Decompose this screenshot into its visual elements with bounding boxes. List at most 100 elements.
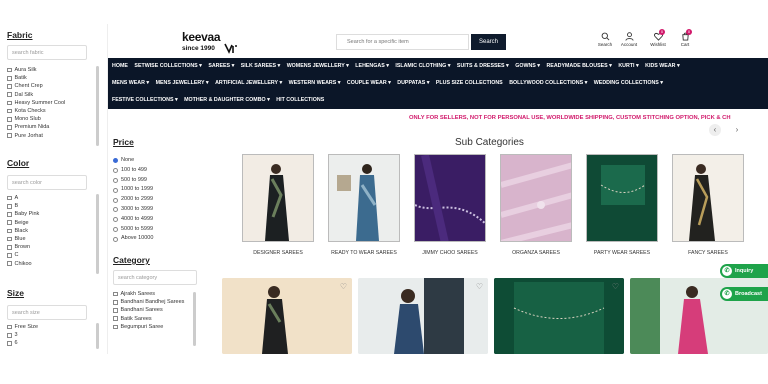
checkbox[interactable] <box>7 108 12 114</box>
carousel-next-icon[interactable]: › <box>731 124 743 136</box>
wishlist-heart-icon[interactable]: ♡ <box>340 282 347 291</box>
filter-option[interactable]: 1000 to 1999 <box>113 185 193 195</box>
size-scrollbar[interactable] <box>96 323 99 349</box>
subcat-label-organza[interactable]: ORGANZA SAREES <box>493 250 579 256</box>
nav-item[interactable]: KIDS WEAR ▾ <box>645 63 679 69</box>
checkbox[interactable] <box>113 324 118 330</box>
whatsapp-broadcast-button[interactable]: ✆ Broadcast <box>720 287 768 301</box>
checkbox[interactable] <box>7 236 12 242</box>
product-card[interactable]: ♡ <box>222 278 352 354</box>
nav-item[interactable]: PLUS SIZE COLLECTIONS <box>436 80 503 86</box>
filter-option[interactable]: Aura Silk <box>7 66 87 74</box>
radio-button[interactable] <box>113 177 118 183</box>
filter-option[interactable]: 500 to 999 <box>113 176 193 186</box>
filter-option[interactable]: Batik Sarees <box>113 315 193 323</box>
nav-item[interactable]: WEDDING COLLECTIONS ▾ <box>594 80 663 86</box>
checkbox[interactable] <box>7 67 12 73</box>
radio-button[interactable] <box>113 217 118 223</box>
filter-option[interactable]: Batik <box>7 74 87 82</box>
header-search[interactable]: Search <box>592 32 618 47</box>
filter-option[interactable]: Kota Checks <box>7 107 87 115</box>
nav-item[interactable]: SAREES ▾ <box>208 63 234 69</box>
category-search-input[interactable]: search category <box>113 270 197 285</box>
filter-option[interactable]: 2000 to 2999 <box>113 195 193 205</box>
nav-item[interactable]: HIT COLLECTIONS <box>276 97 324 103</box>
radio-button[interactable] <box>113 207 118 213</box>
filter-option[interactable]: Blue <box>7 235 87 243</box>
filter-option[interactable]: Black <box>7 227 87 235</box>
checkbox[interactable] <box>7 204 12 209</box>
subcat-label-ready-to-wear[interactable]: READY TO WEAR SAREES <box>321 250 407 256</box>
fabric-search-input[interactable]: search fabric <box>7 45 87 60</box>
header-wishlist[interactable]: Wishlist 0 <box>645 29 671 47</box>
filter-option[interactable]: 4000 to 4999 <box>113 215 193 225</box>
filter-option[interactable]: 5000 to 5999 <box>113 225 193 235</box>
checkbox[interactable] <box>7 220 12 225</box>
checkbox[interactable] <box>7 117 12 122</box>
subcat-label-jimmy-choo[interactable]: JIMMY CHOO SAREES <box>407 250 493 256</box>
filter-option[interactable]: Premium Nida <box>7 123 87 131</box>
filter-option[interactable]: Pure Jorhat <box>7 132 87 140</box>
filter-option[interactable]: Baby Pink <box>7 210 87 218</box>
nav-item[interactable]: BOLLYWOOD COLLECTIONS ▾ <box>509 80 587 86</box>
carousel-prev-icon[interactable]: ‹ <box>709 124 721 136</box>
checkbox[interactable] <box>7 92 12 97</box>
filter-option[interactable]: Dal Silk <box>7 91 87 99</box>
checkbox[interactable] <box>113 291 118 297</box>
nav-item[interactable]: SUITS & DRESSES ▾ <box>457 63 509 69</box>
subcat-label-designer[interactable]: DESIGNER SAREES <box>235 250 321 256</box>
filter-option[interactable]: Brown <box>7 243 87 251</box>
filter-option[interactable]: None <box>113 156 193 166</box>
checkbox[interactable] <box>7 228 12 234</box>
wishlist-heart-icon[interactable]: ♡ <box>612 282 619 291</box>
checkbox[interactable] <box>7 324 12 330</box>
nav-item[interactable]: WESTERN WEARS ▾ <box>289 80 341 86</box>
radio-button[interactable] <box>113 226 118 232</box>
radio-button[interactable] <box>113 168 118 174</box>
filter-option[interactable]: C <box>7 251 87 259</box>
size-search-input[interactable]: search size <box>7 305 87 320</box>
checkbox[interactable] <box>7 76 12 81</box>
subcat-label-party-wear[interactable]: PARTY WEAR SAREES <box>579 250 665 256</box>
nav-item[interactable]: HOME <box>112 63 128 69</box>
product-card[interactable]: ♡ <box>494 278 624 354</box>
filter-option[interactable]: Bandhani Bandhej Sarees <box>113 298 193 306</box>
nav-item[interactable]: GOWNS ▾ <box>515 63 540 69</box>
nav-item[interactable]: DUPPATAS ▾ <box>397 80 429 86</box>
color-search-input[interactable]: search color <box>7 175 87 190</box>
nav-item[interactable]: SETWISE COLLECTIONS ▾ <box>134 63 201 69</box>
radio-button[interactable] <box>113 236 118 242</box>
nav-item[interactable]: ARTIFICIAL JEWELLERY ▾ <box>215 80 282 86</box>
checkbox[interactable] <box>7 195 12 201</box>
checkbox[interactable] <box>7 133 12 138</box>
filter-option[interactable]: 3000 to 3999 <box>113 205 193 215</box>
color-scrollbar[interactable] <box>96 194 99 274</box>
checkbox[interactable] <box>113 308 118 313</box>
subcat-image-ready-to-wear[interactable] <box>328 154 400 242</box>
filter-option[interactable]: Beige <box>7 219 87 227</box>
nav-item[interactable]: MENS JEWELLERY ▾ <box>156 80 209 86</box>
nav-item[interactable]: LEHENGAS ▾ <box>355 63 389 69</box>
category-scrollbar[interactable] <box>193 292 196 346</box>
checkbox[interactable] <box>7 253 12 258</box>
checkbox[interactable] <box>113 300 118 305</box>
checkbox[interactable] <box>7 245 12 250</box>
checkbox[interactable] <box>113 316 118 321</box>
filter-option[interactable]: Chent Crep <box>7 82 87 90</box>
checkbox[interactable] <box>7 261 12 266</box>
nav-item[interactable]: KURTI ▾ <box>618 63 638 69</box>
nav-item[interactable]: MENS WEAR ▾ <box>112 80 149 86</box>
nav-item[interactable]: READYMADE BLOUSES ▾ <box>546 63 611 69</box>
subcat-label-fancy[interactable]: FANCY SAREES <box>665 250 751 256</box>
checkbox[interactable] <box>7 212 12 217</box>
subcat-image-party-wear[interactable] <box>586 154 658 242</box>
subcat-image-organza[interactable] <box>500 154 572 242</box>
search-button[interactable]: Search <box>471 34 506 50</box>
filter-option[interactable]: B <box>7 202 87 210</box>
filter-option[interactable]: 100 to 499 <box>113 166 193 176</box>
checkbox[interactable] <box>7 100 12 106</box>
checkbox[interactable] <box>7 341 12 346</box>
filter-option[interactable]: Ajrakh Sarees <box>113 290 193 298</box>
radio-button[interactable] <box>113 158 118 164</box>
subcat-image-jimmy-choo[interactable] <box>414 154 486 242</box>
